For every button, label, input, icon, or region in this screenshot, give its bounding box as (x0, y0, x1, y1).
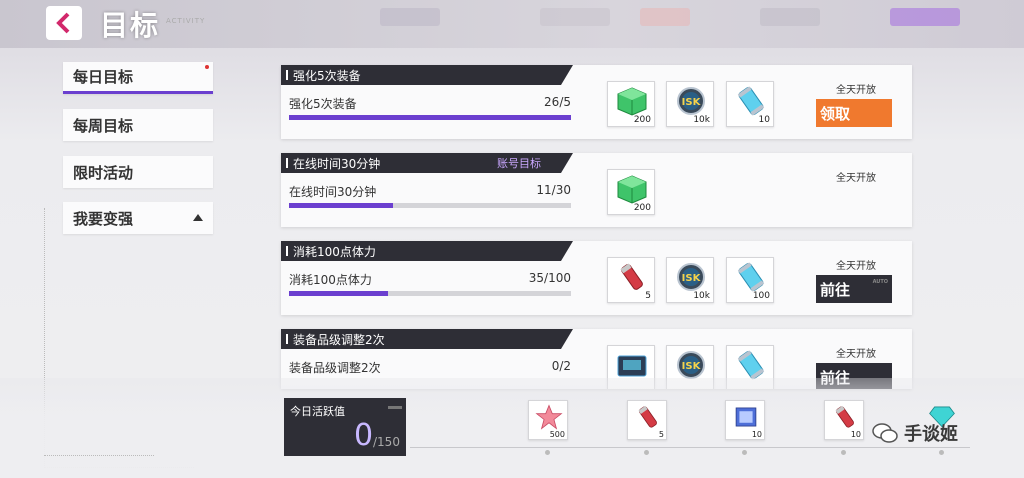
tech-crate-icon (615, 350, 649, 380)
milestone-reward[interactable]: 5 (627, 400, 667, 440)
claim-button[interactable]: 领取 (816, 99, 892, 127)
blurred-header-info (380, 8, 440, 26)
milestone-qty: 500 (549, 430, 565, 439)
reward-item[interactable]: 10 (726, 81, 774, 127)
reward-item[interactable]: 10k (666, 257, 714, 303)
blurred-header-info (540, 8, 610, 26)
grid-decoration (44, 455, 154, 469)
reward-qty: 200 (633, 203, 651, 213)
progress-fill (289, 203, 394, 208)
milestone-qty: 10 (850, 430, 861, 439)
reward-item[interactable]: 200 (607, 81, 655, 127)
reward-qty: 10k (693, 291, 710, 301)
milestone-qty: 5 (658, 430, 664, 439)
milestone-dot (742, 450, 747, 455)
wechat-icon (872, 423, 898, 443)
reward-qty: 10 (758, 115, 770, 125)
task-card: 消耗100点体力 消耗100点体力 35/100 5 10k 100 全天开放 … (281, 241, 912, 315)
pink-star-crystal-icon (535, 404, 563, 430)
watermark: 手谈姬 (872, 420, 958, 446)
reward-item[interactable]: 200 (607, 169, 655, 215)
activity-value: 0 (354, 418, 374, 453)
isk-coin-icon (674, 350, 708, 380)
milestone-dot (939, 450, 944, 455)
isk-coin-icon (674, 262, 708, 292)
blurred-header-info (890, 8, 960, 26)
account-goal-tag: 账号目标 (497, 157, 541, 170)
green-cube-icon (615, 174, 649, 204)
progress-bar (289, 203, 571, 208)
menu-item-weekly-goals[interactable]: 每周目标 (63, 109, 213, 141)
red-vial-icon (634, 404, 662, 430)
milestone-dot (841, 450, 846, 455)
availability-text: 全天开放 (836, 85, 876, 96)
milestone-qty: 10 (751, 430, 762, 439)
menu-item-label: 限时活动 (73, 163, 134, 182)
blue-canister-icon (734, 86, 768, 116)
reward-qty: 200 (633, 115, 651, 125)
blue-canister-icon (734, 262, 768, 292)
availability-text: 全天开放 (836, 173, 876, 184)
green-cube-icon (615, 86, 649, 116)
blue-crate-icon (732, 404, 760, 430)
watermark-text: 手谈姬 (904, 424, 958, 445)
task-count: 26/5 (544, 95, 571, 109)
reward-qty: 5 (645, 291, 651, 301)
reward-item[interactable]: 5 (607, 257, 655, 303)
activity-label: 今日活跃值 (290, 405, 345, 418)
milestone-dot (545, 450, 550, 455)
milestone-reward[interactable]: 10 (725, 400, 765, 440)
menu-item-limited-events[interactable]: 限时活动 (63, 156, 213, 188)
milestone-reward[interactable]: 500 (528, 400, 568, 440)
menu-item-label: 我要变强 (73, 209, 134, 228)
progress-bar (289, 115, 571, 120)
reward-qty: 10k (693, 115, 710, 125)
reward-item[interactable]: 10k (666, 81, 714, 127)
task-label: 消耗100点体力 (289, 273, 372, 287)
task-count: 0/2 (551, 359, 571, 373)
notification-dot-icon (205, 65, 209, 69)
go-button[interactable]: 前往 AUTO (816, 275, 892, 303)
auto-label: AUTO (872, 279, 888, 285)
task-card: 强化5次装备 强化5次装备 26/5 200 10k 10 全天开放 领取 (281, 65, 912, 139)
back-button[interactable] (46, 6, 82, 40)
activity-track (410, 447, 970, 448)
menu-item-daily-goals[interactable]: 每日目标 (63, 62, 213, 94)
activity-max: /150 (373, 435, 400, 449)
milestone-dot (644, 450, 649, 455)
progress-fill (289, 115, 571, 120)
blurred-header-info (640, 8, 690, 26)
availability-text: 全天开放 (836, 261, 876, 272)
blue-canister-icon (734, 350, 768, 380)
blurred-header-info (760, 8, 820, 26)
page-subtitle: ACTIVITY (166, 17, 206, 25)
progress-fill (289, 291, 388, 296)
milestone-reward[interactable]: 10 (824, 400, 864, 440)
page-title: 目标 (100, 9, 161, 42)
availability-text: 全天开放 (836, 349, 876, 360)
chevron-left-icon (56, 12, 70, 34)
task-label: 强化5次装备 (289, 97, 357, 111)
caret-up-icon (193, 214, 203, 221)
red-vial-icon (831, 404, 859, 430)
daily-activity-panel: 今日活跃值 0 /150 (284, 398, 406, 456)
task-title: 消耗100点体力 (281, 241, 573, 261)
isk-coin-icon (674, 86, 708, 116)
task-count: 35/100 (528, 271, 571, 285)
menu-item-label: 每周目标 (73, 116, 134, 135)
task-card: 在线时间30分钟 账号目标 在线时间30分钟 11/30 200 全天开放 (281, 153, 912, 227)
go-button-label: 前往 (820, 280, 851, 299)
menu-item-get-stronger[interactable]: 我要变强 (63, 202, 213, 234)
task-title: 装备品级调整2次 (281, 329, 573, 349)
task-label: 装备品级调整2次 (289, 361, 381, 375)
task-label: 在线时间30分钟 (289, 185, 377, 199)
task-title: 强化5次装备 (281, 65, 573, 85)
mini-bar-decoration (388, 406, 402, 409)
reward-item[interactable]: 100 (726, 257, 774, 303)
task-count: 11/30 (536, 183, 571, 197)
progress-bar (289, 291, 571, 296)
menu-item-label: 每日目标 (73, 68, 134, 86)
reward-qty: 100 (752, 291, 770, 301)
red-vial-icon (615, 262, 649, 292)
